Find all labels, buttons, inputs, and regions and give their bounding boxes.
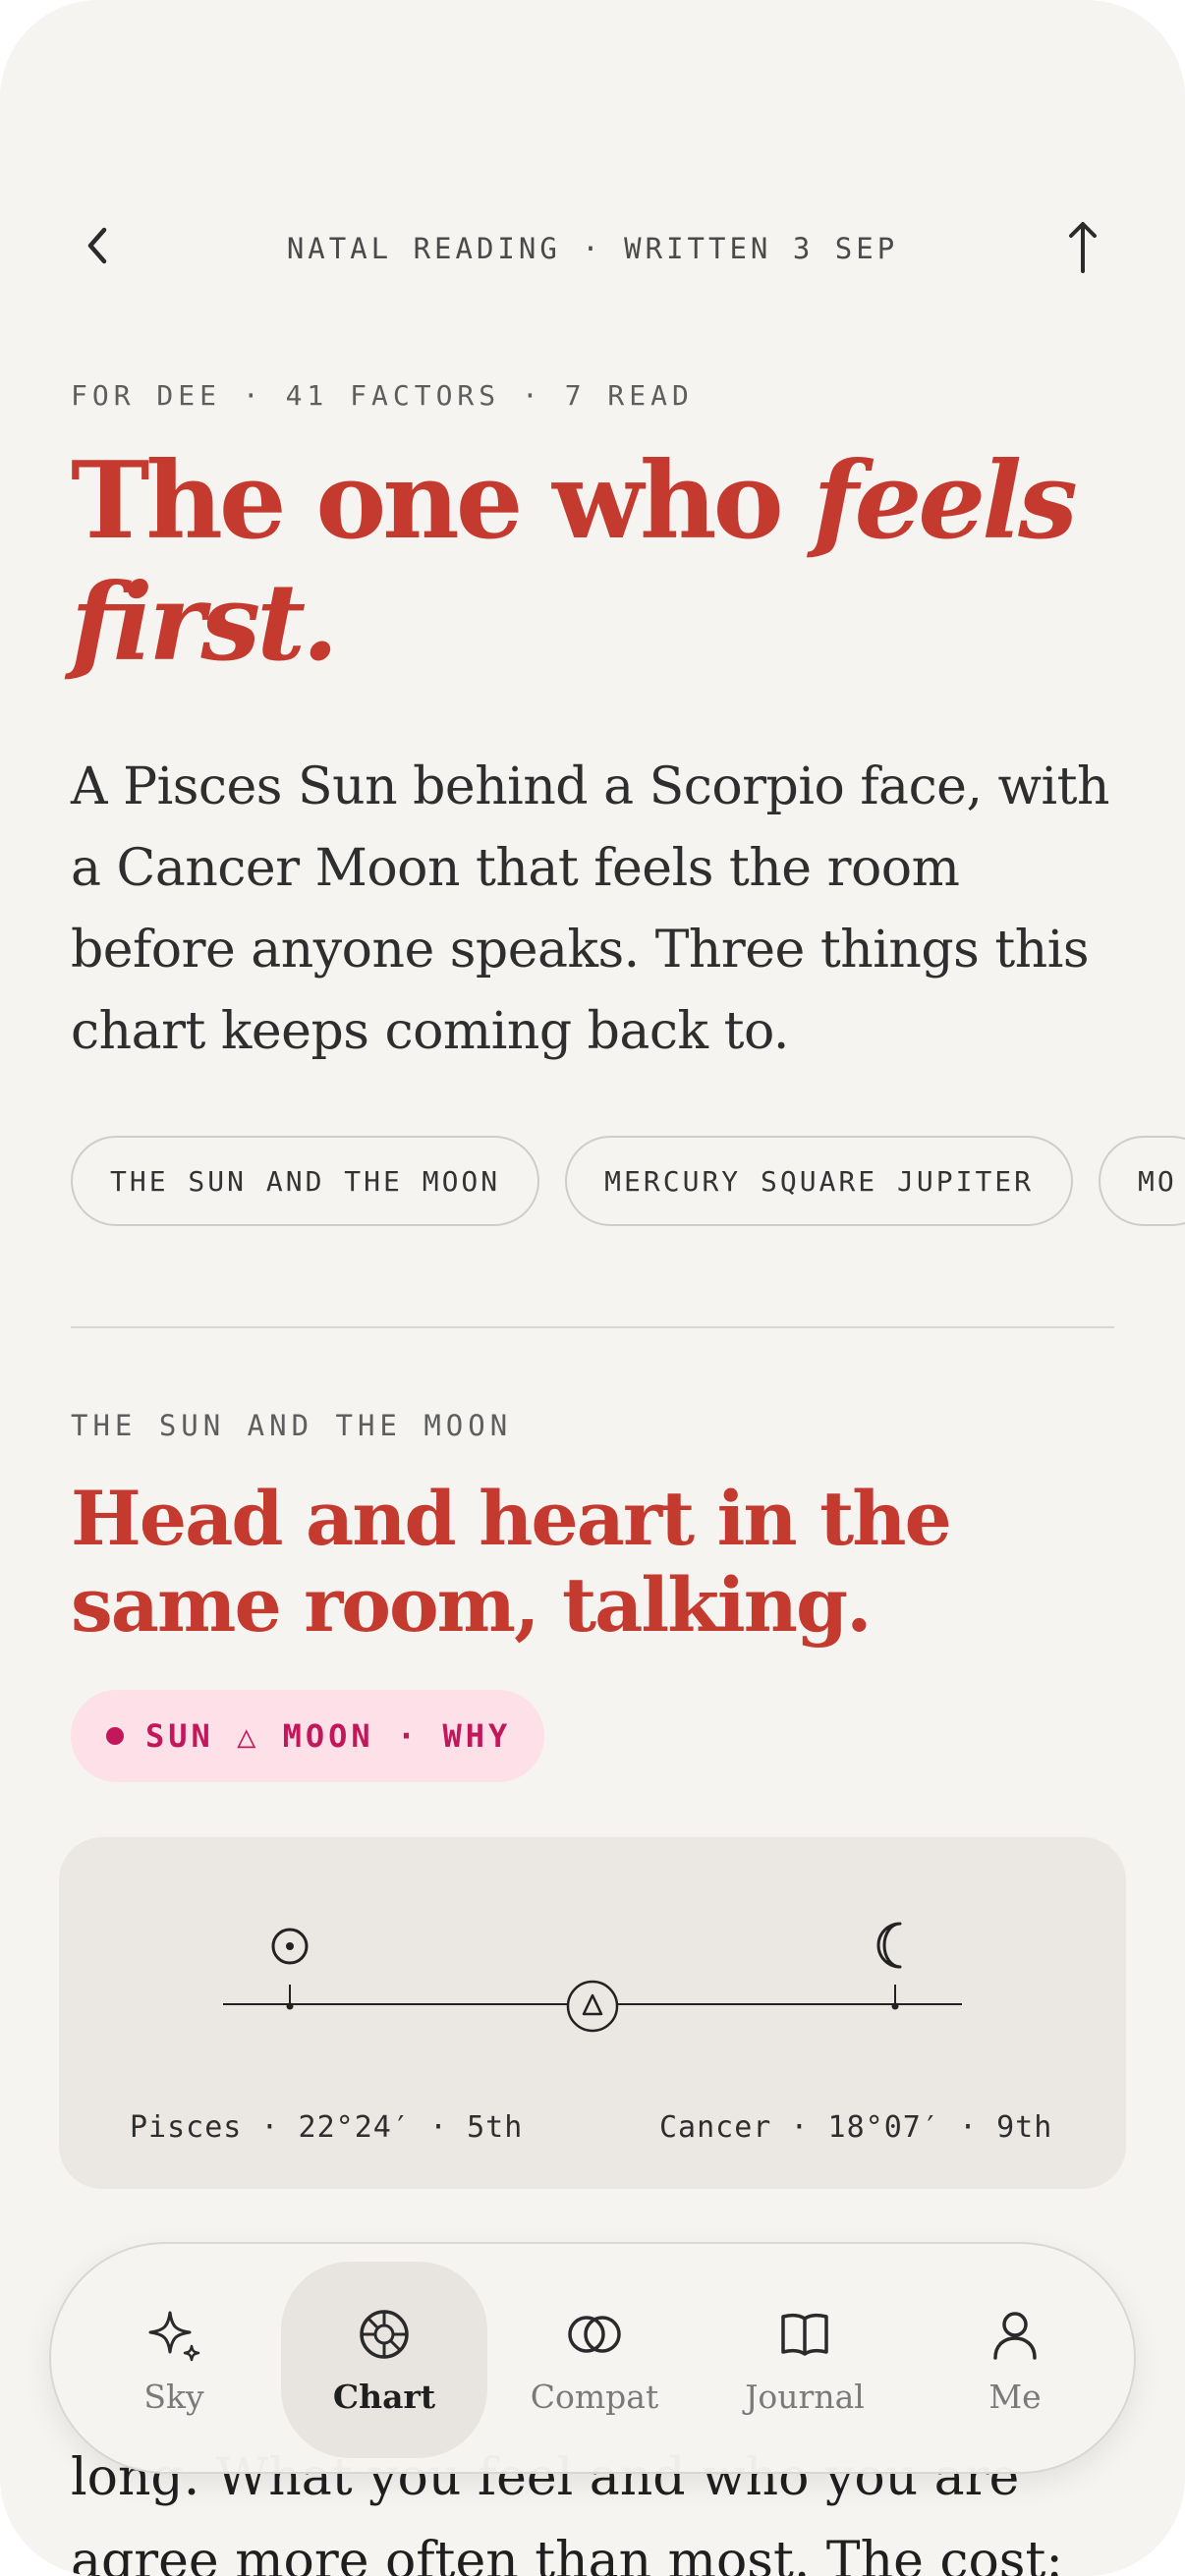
chip-mercury-square-jupiter[interactable]: MERCURY SQUARE JUPITER [565,1136,1074,1226]
trine-icon [566,1980,619,2033]
sun-position: Pisces · 22°24′ · 5th [130,2110,524,2145]
chip-third[interactable]: MO [1099,1136,1185,1226]
nav-label-me: Me [988,2378,1042,2416]
headline-emphasis-2: first. [71,561,339,685]
theme-chips: THE SUN AND THE MOON MERCURY SQUARE JUPI… [71,1136,1185,1226]
rings-icon [568,2316,621,2353]
aspect-why-button[interactable]: SUN △ MOON · WHY [71,1690,544,1782]
sparkle-icon [148,2311,200,2362]
reading-headline: The one who feels first. [71,440,1142,684]
bottom-nav: Sky Chart Compat Journal Me [49,2242,1136,2474]
chip-sun-and-moon[interactable]: THE SUN AND THE MOON [71,1136,540,1226]
headline-plain: The one who [71,439,814,563]
nav-sky[interactable]: Sky [71,2262,277,2458]
moon-icon [876,1922,902,1969]
aspect-dot [106,1727,124,1745]
nav-compat[interactable]: Compat [491,2262,698,2458]
section-eyebrow: THE SUN AND THE MOON [71,1409,513,1442]
nav-label-sky: Sky [143,2378,204,2416]
chart-wheel-icon [360,2310,409,2359]
aspect-pill-label: SUN △ MOON · WHY [145,1717,512,1755]
screen: NATAL READING · WRITTEN 3 SEP FOR DEE · … [0,0,1185,2576]
arrow-up-icon[interactable] [1063,218,1102,277]
reading-meta: FOR DEE · 41 FACTORS · 7 READ [71,379,694,412]
person-icon [993,2312,1037,2360]
nav-journal[interactable]: Journal [702,2262,908,2458]
sun-point [286,2002,294,2010]
nav-label-chart: Chart [332,2378,436,2416]
headline-emphasis: feels [813,439,1078,563]
book-icon [781,2313,828,2356]
moon-point [891,2002,899,2010]
page-title: NATAL READING · WRITTEN 3 SEP [286,232,899,265]
nav-chart[interactable]: Chart [281,2262,487,2458]
moon-position: Cancer · 18°07′ · 9th [659,2110,1053,2145]
divider [71,1326,1114,1328]
section-title: Head and heart in the same room, talking… [71,1475,952,1649]
nav-me[interactable]: Me [912,2262,1118,2458]
nav-label-compat: Compat [530,2378,659,2416]
reading-lede: A Pisces Sun behind a Scorpio face, with… [71,757,1110,1061]
nav-label-journal: Journal [745,2378,865,2416]
sun-icon [271,1928,309,1965]
